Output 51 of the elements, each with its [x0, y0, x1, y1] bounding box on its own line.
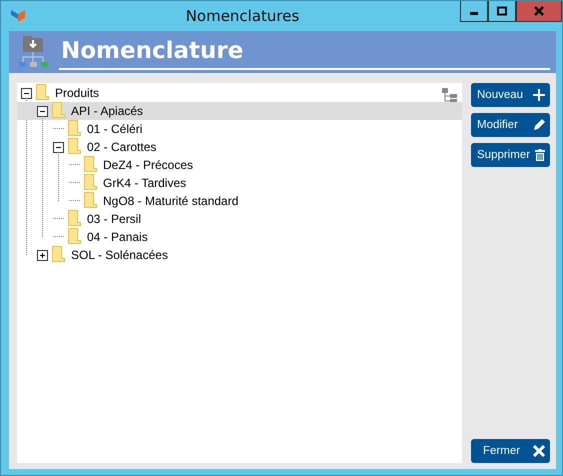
expand-icon[interactable]	[37, 250, 48, 260]
tree-label: 01 - Céléri	[87, 122, 142, 136]
tree-row[interactable]: 02 - Carottes	[17, 138, 462, 156]
folder-icon	[84, 156, 97, 172]
tree-label: DeZ4 - Précoces	[103, 158, 194, 172]
page-title: Nomenclature	[59, 34, 550, 70]
tree-label: SOL - Solénacées	[71, 248, 168, 262]
tree-row[interactable]: API - Apiacés	[17, 102, 462, 120]
folder-tree-icon	[19, 36, 49, 68]
folder-icon	[36, 84, 49, 100]
trash-icon	[535, 149, 545, 161]
close-button[interactable]	[516, 1, 562, 22]
minimize-button[interactable]	[460, 1, 488, 22]
close-icon	[533, 445, 545, 457]
tree-row[interactable]: DeZ4 - Précoces	[17, 156, 462, 174]
folder-icon	[68, 210, 81, 226]
plus-icon	[533, 89, 545, 101]
tree-label: NgO8 - Maturité standard	[103, 194, 238, 208]
close-icon	[534, 6, 544, 16]
delete-button[interactable]: Supprimer	[471, 143, 550, 167]
folder-icon	[68, 120, 81, 136]
tree-row[interactable]: NgO8 - Maturité standard	[17, 192, 462, 210]
tree-row[interactable]: 04 - Panais	[17, 228, 462, 246]
collapse-icon[interactable]	[37, 106, 48, 116]
edit-button[interactable]: Modifier	[471, 113, 550, 137]
tree-label: 04 - Panais	[87, 230, 148, 244]
folder-icon	[84, 174, 97, 190]
tree-row[interactable]: Produits	[17, 84, 462, 102]
tree-row[interactable]: 01 - Céléri	[17, 120, 462, 138]
window-title: Nomenclatures	[184, 7, 300, 25]
tree-row[interactable]: SOL - Solénacées	[17, 246, 462, 264]
tree-label: GrK4 - Tardives	[103, 176, 186, 190]
collapse-icon[interactable]	[53, 142, 64, 152]
close-dialog-button[interactable]: Fermer	[471, 439, 550, 463]
folder-icon	[68, 138, 81, 154]
pencil-icon	[533, 119, 545, 131]
tree-row[interactable]: 03 - Persil	[17, 210, 462, 228]
tree-label: Produits	[55, 86, 100, 100]
tree-view-icon[interactable]	[442, 88, 458, 104]
folder-icon	[52, 246, 65, 262]
maximize-icon	[497, 6, 507, 16]
app-logo-icon	[11, 8, 25, 24]
collapse-icon[interactable]	[21, 88, 32, 98]
tree-label: 02 - Carottes	[87, 140, 156, 154]
folder-icon	[68, 228, 81, 244]
new-button[interactable]: Nouveau	[471, 83, 550, 107]
tree-row[interactable]: GrK4 - Tardives	[17, 174, 462, 192]
tree-label: 03 - Persil	[87, 212, 142, 226]
folder-icon	[52, 102, 65, 118]
tree-label: API - Apiacés	[71, 104, 144, 118]
folder-icon	[84, 192, 97, 208]
